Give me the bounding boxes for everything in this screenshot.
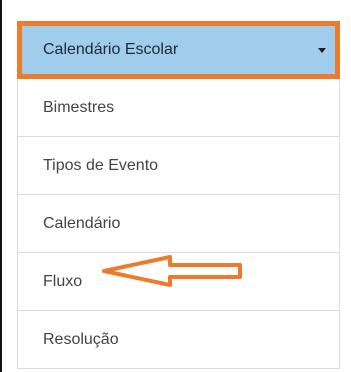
menu-item-label: Fluxo (43, 272, 83, 290)
menu-item-bimestres[interactable]: Bimestres (17, 79, 340, 137)
menu-item-calendario[interactable]: Calendário (17, 195, 340, 253)
menu-item-resolucao[interactable]: Resolução (17, 311, 340, 369)
menu-header-label: Calendário Escolar (43, 41, 179, 58)
screenshot-frame: Calendário Escolar Bimestres Tipos de Ev… (0, 0, 351, 372)
menu-header-calendario-escolar[interactable]: Calendário Escolar (17, 21, 340, 79)
left-arrow-annotation-icon (102, 255, 242, 287)
menu-item-label: Bimestres (43, 98, 115, 116)
menu-item-label: Calendário (43, 214, 121, 232)
menu-item-label: Resolução (43, 330, 119, 348)
menu-item-tipos-de-evento[interactable]: Tipos de Evento (17, 137, 340, 195)
calendar-menu: Calendário Escolar Bimestres Tipos de Ev… (17, 21, 340, 369)
menu-item-label: Tipos de Evento (43, 156, 159, 174)
caret-down-icon (318, 48, 326, 53)
window-edge (0, 0, 2, 372)
